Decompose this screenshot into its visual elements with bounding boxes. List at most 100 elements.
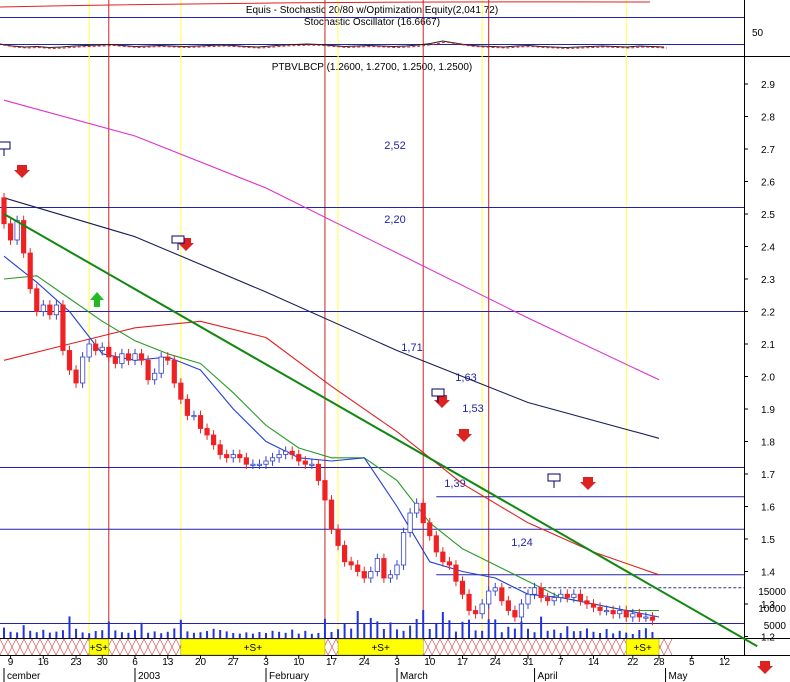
y-tick-label: 2.5 — [761, 210, 775, 221]
candle-body — [217, 444, 223, 455]
candle-body — [604, 610, 610, 613]
candle-body — [577, 593, 584, 602]
y-tick-label: 1.7 — [761, 470, 775, 481]
candle-body — [610, 610, 616, 615]
candle-body — [348, 561, 354, 566]
equity-segment-label: +S+ — [90, 643, 109, 654]
candle-body — [106, 346, 112, 358]
month-label: April — [538, 671, 558, 682]
candle-body — [453, 564, 459, 582]
x-tick-label: 6 — [132, 657, 138, 668]
candle-body — [492, 587, 498, 592]
candle-body — [400, 532, 407, 566]
candle-body — [256, 463, 263, 466]
x-tick-label: 31 — [522, 657, 534, 668]
x-tick-label: 14 — [588, 657, 600, 668]
candle-body — [479, 603, 485, 615]
candle-body — [649, 616, 656, 621]
candle-body — [446, 561, 453, 566]
candle-body — [368, 571, 374, 579]
month-label: February — [269, 671, 309, 682]
y-tick-label: 2.2 — [761, 308, 775, 319]
candle-body — [191, 415, 197, 418]
candle-body — [60, 304, 66, 351]
candle-body — [263, 460, 269, 465]
candle-body — [132, 353, 138, 361]
x-tick-label: 3 — [394, 657, 400, 668]
candle-body — [466, 593, 472, 611]
equity-segment-label: +S+ — [371, 643, 390, 654]
candle-body — [99, 346, 105, 351]
candle-body — [420, 502, 426, 524]
x-tick-label: 24 — [359, 657, 371, 668]
candle-body — [178, 382, 184, 400]
candle-body — [197, 415, 204, 429]
candle-body — [545, 597, 551, 602]
candle-body — [440, 551, 446, 563]
x-tick-label: 27 — [228, 657, 240, 668]
x-tick-label: 24 — [490, 657, 502, 668]
equity-segment-label: +S+ — [633, 643, 652, 654]
x-tick-label: 20 — [195, 657, 207, 668]
exit-marker-icon — [431, 388, 445, 397]
y-tick-label: 2.1 — [761, 340, 775, 351]
candle-body — [531, 587, 538, 595]
candle-body — [27, 252, 33, 290]
y-tick-label: 2.0 — [761, 373, 775, 384]
candle-body — [407, 512, 413, 533]
candle-body — [296, 454, 302, 462]
candle-body — [158, 356, 164, 374]
oscillator-tick-label: 50 — [752, 28, 764, 39]
candle-body — [210, 434, 217, 446]
candle-body — [381, 558, 387, 579]
candle-body — [1, 197, 7, 225]
candle-body — [630, 613, 636, 618]
candle-body — [230, 454, 236, 459]
candle-body — [361, 571, 367, 579]
x-tick-label: 12 — [719, 657, 731, 668]
candle-body — [34, 288, 40, 312]
y-tick-label: 1.9 — [761, 405, 775, 416]
candle-body — [47, 304, 53, 316]
y-tick-label: 1.5 — [761, 535, 775, 546]
x-tick-label: 3 — [263, 657, 269, 668]
candle-body — [112, 356, 118, 364]
level-label: 2,52 — [384, 140, 405, 152]
candle-body — [276, 454, 282, 459]
candle-body — [472, 610, 479, 615]
exit-marker-icon — [0, 141, 11, 150]
price-title: PTBVLBCP (1.2600, 1.2700, 1.2500, 1.2500… — [272, 62, 473, 73]
y-tick-label: 1.8 — [761, 438, 775, 449]
candle-body — [512, 610, 518, 618]
y-tick-label: 1.6 — [761, 503, 775, 514]
candle-body — [590, 603, 597, 608]
x-tick-label: 7 — [558, 657, 564, 668]
x-tick-label: 5 — [689, 657, 695, 668]
month-label: 2003 — [138, 671, 161, 682]
y-tick-label: 2.8 — [761, 113, 775, 124]
candle-body — [617, 610, 623, 615]
candle-body — [459, 580, 466, 595]
candle-body — [571, 593, 577, 598]
chart-window: Equis - Stochastic 20/80 w/Optimization … — [0, 0, 790, 682]
candle-body — [387, 574, 394, 579]
candle-body — [505, 600, 511, 611]
candle-body — [250, 463, 256, 466]
x-tick-label: 28 — [653, 657, 665, 668]
level-label: 1,24 — [511, 537, 532, 549]
candle-body — [394, 564, 400, 576]
candle-body — [302, 460, 308, 465]
candle-body — [53, 304, 60, 316]
x-tick-label: 22 — [627, 657, 639, 668]
candle-body — [315, 463, 322, 481]
candle-body — [328, 499, 335, 530]
candle-body — [80, 356, 86, 384]
candle-body — [643, 616, 649, 619]
level-label: 1,71 — [401, 342, 422, 354]
y-tick-label: 2.6 — [761, 178, 775, 189]
candle-body — [138, 353, 145, 361]
month-label: March — [400, 671, 428, 682]
candle-body — [283, 450, 289, 455]
equity-segment-label: +S+ — [244, 643, 263, 654]
x-tick-label: 10 — [293, 657, 305, 668]
